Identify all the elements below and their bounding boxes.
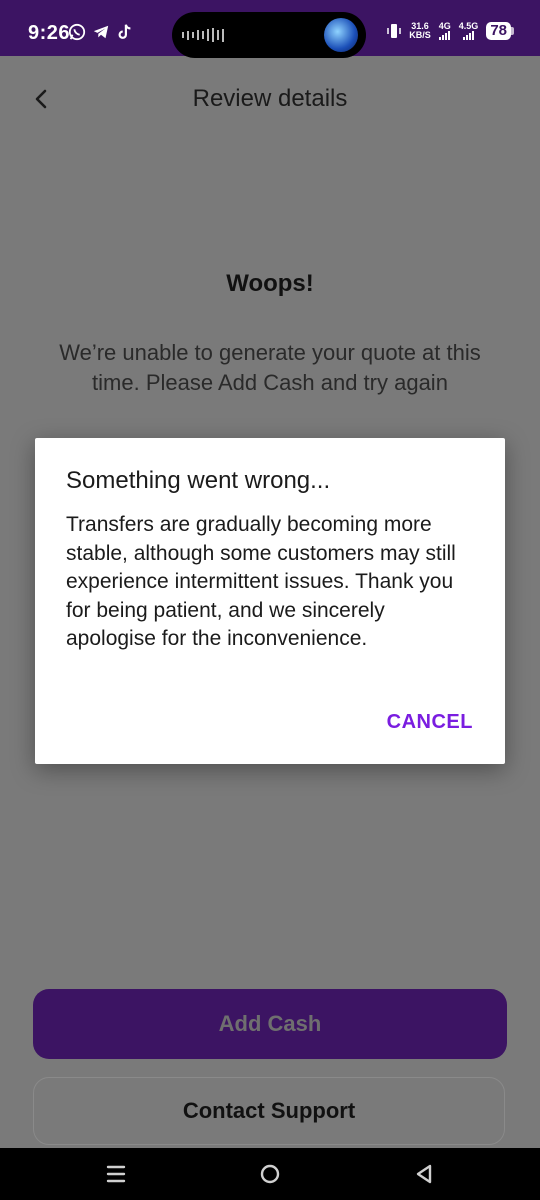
error-message: We’re unable to generate your quote at t…	[59, 340, 481, 395]
battery-tip	[511, 27, 514, 35]
dialog-title: Something went wrong...	[66, 467, 331, 494]
chevron-left-icon	[35, 89, 47, 109]
system-nav-bar	[0, 1148, 540, 1200]
dialog-message: Transfers are gradually becoming more st…	[66, 513, 456, 651]
back-button[interactable]	[26, 84, 56, 114]
page-title: Review details	[192, 85, 348, 112]
signal-4g: 4G	[439, 22, 451, 40]
battery-level: 78	[486, 22, 511, 40]
notification-icons	[68, 23, 134, 41]
tiktok-icon	[118, 24, 131, 39]
telegram-icon	[93, 25, 109, 39]
network-speed-unit: KB/S	[409, 30, 431, 40]
status-time: 9:26	[28, 22, 71, 44]
error-dialog: Something went wrong... Transfers are gr…	[35, 438, 505, 764]
status-bar: 9:26 31.6 KB/S 4G 4.5G 78	[0, 0, 540, 58]
contact-support-button[interactable]: Contact Support	[33, 1077, 505, 1145]
back-nav-button[interactable]	[410, 1160, 438, 1188]
vibrate-icon	[387, 24, 402, 38]
recent-apps-button[interactable]	[102, 1160, 130, 1188]
album-art-icon	[324, 18, 358, 52]
signal-45g: 4.5G	[458, 21, 479, 40]
home-button[interactable]	[256, 1160, 284, 1188]
dynamic-island	[172, 12, 366, 58]
add-cash-button[interactable]: Add Cash	[33, 989, 507, 1059]
triangle-back-icon	[416, 1164, 432, 1184]
error-heading: Woops!	[226, 270, 314, 297]
signal-4g-label: 4G	[438, 21, 451, 31]
audio-wave-icon	[182, 27, 224, 43]
network-speed: 31.6 KB/S	[409, 22, 431, 40]
signal-bars-icon	[463, 31, 475, 40]
home-circle-icon	[260, 1164, 280, 1184]
status-indicators: 31.6 KB/S 4G 4.5G 78	[387, 22, 514, 40]
whatsapp-icon	[68, 23, 86, 41]
battery-indicator: 78	[486, 22, 514, 40]
signal-bars-icon	[439, 31, 451, 40]
cancel-button[interactable]: CANCEL	[387, 711, 473, 734]
menu-icon	[106, 1165, 126, 1183]
signal-45g-label: 4.5G	[458, 21, 479, 31]
